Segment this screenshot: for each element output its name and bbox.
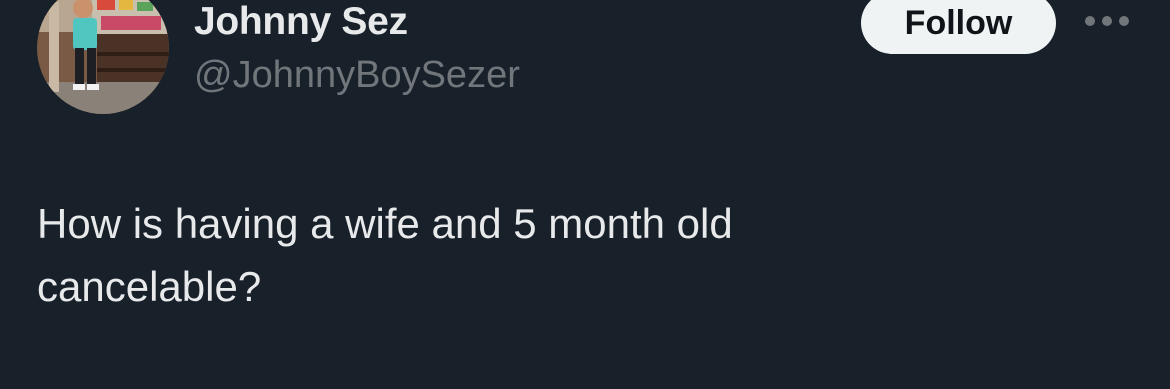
display-name[interactable]: Johnny Sez bbox=[194, 0, 408, 44]
avatar-photo bbox=[37, 0, 169, 114]
avatar[interactable] bbox=[37, 0, 169, 114]
tweet-text: How is having a wife and 5 month old can… bbox=[37, 200, 733, 310]
tweet-card: Johnny Sez @JohnnyBoySezer Follow How is… bbox=[0, 0, 1170, 389]
follow-button[interactable]: Follow bbox=[861, 0, 1056, 54]
user-handle[interactable]: @JohnnyBoySezer bbox=[194, 53, 520, 97]
more-horizontal-icon bbox=[1085, 16, 1129, 26]
more-options-button[interactable] bbox=[1080, 8, 1134, 34]
